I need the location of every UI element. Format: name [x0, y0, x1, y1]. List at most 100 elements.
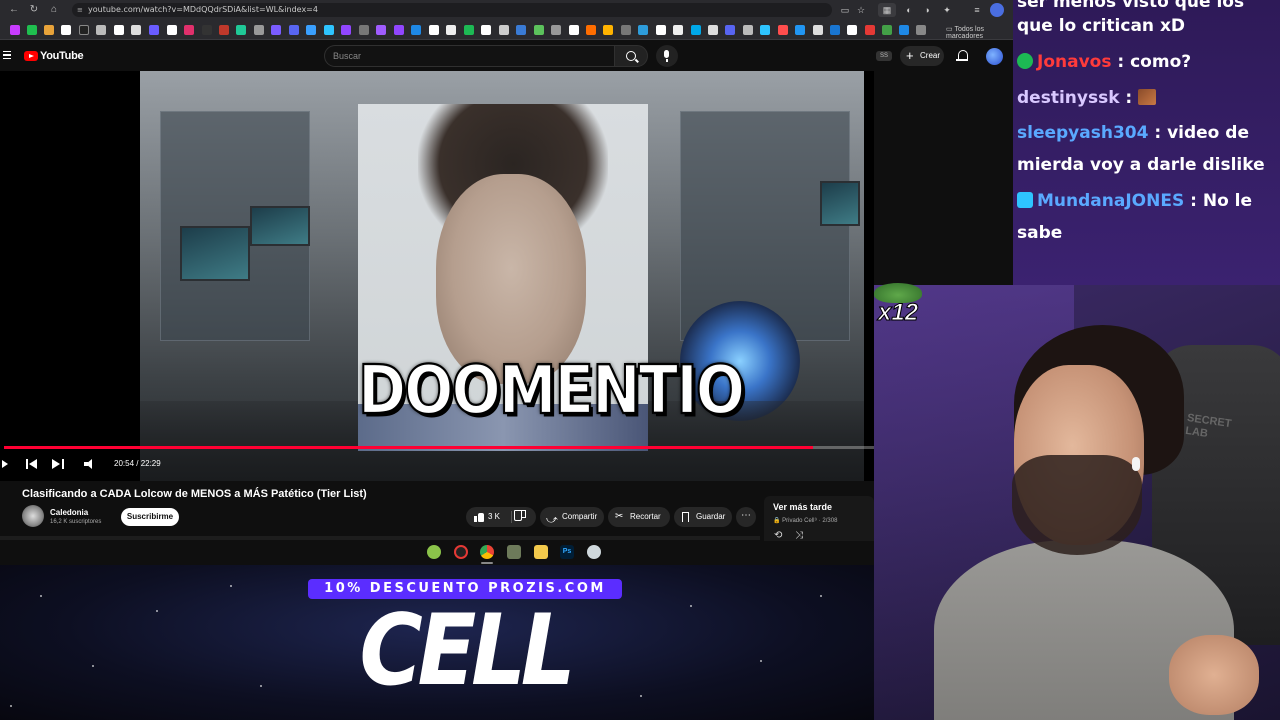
- ss-badge[interactable]: SS: [876, 51, 892, 61]
- bookmark-icon[interactable]: [446, 25, 456, 35]
- chat-username[interactable]: sleepyash304: [1017, 123, 1148, 143]
- bookmark-icon[interactable]: [551, 25, 561, 35]
- search-button[interactable]: [614, 45, 648, 67]
- previous-icon[interactable]: [26, 459, 38, 469]
- bookmark-icon[interactable]: [149, 25, 159, 35]
- notifications-bell-icon[interactable]: [956, 50, 968, 62]
- site-info-icon[interactable]: ≡: [77, 3, 83, 17]
- bookmark-icon[interactable]: [254, 25, 264, 35]
- next-icon[interactable]: [52, 459, 64, 469]
- bookmark-icon[interactable]: [795, 25, 805, 35]
- bookmark-icon[interactable]: [167, 25, 177, 35]
- loop-icon[interactable]: ⟲: [774, 530, 782, 541]
- bookmark-icon[interactable]: [830, 25, 840, 35]
- extension-icon-2[interactable]: ◐: [902, 3, 916, 17]
- bookmark-icon[interactable]: [621, 25, 631, 35]
- bookmark-icon[interactable]: [813, 25, 823, 35]
- bookmark-icon[interactable]: [219, 25, 229, 35]
- shuffle-icon[interactable]: ⤨: [795, 530, 803, 541]
- like-count[interactable]: 3 K: [488, 507, 500, 527]
- bookmark-icon[interactable]: [114, 25, 124, 35]
- bookmark-icon[interactable]: [429, 25, 439, 35]
- app-icon[interactable]: [427, 545, 441, 559]
- thumbs-down-icon[interactable]: [516, 512, 526, 522]
- bookmark-icon[interactable]: [899, 25, 909, 35]
- url-field[interactable]: ≡ youtube.com/watch?v=MDdQQdrSDiA&list=W…: [72, 3, 832, 17]
- bookmark-icon[interactable]: [656, 25, 666, 35]
- puzzle-icon[interactable]: ✦: [940, 3, 954, 17]
- progress-bar[interactable]: [4, 446, 874, 449]
- bookmark-icon[interactable]: [202, 25, 212, 35]
- channel-name[interactable]: Caledonia: [50, 508, 88, 517]
- app-icon[interactable]: [587, 545, 601, 559]
- bookmark-icon[interactable]: [359, 25, 369, 35]
- file-explorer-icon[interactable]: [534, 545, 548, 559]
- bookmark-icon[interactable]: [743, 25, 753, 35]
- volume-icon[interactable]: [84, 459, 98, 469]
- app-icon[interactable]: [454, 545, 468, 559]
- thumbs-up-icon[interactable]: [474, 512, 484, 522]
- back-icon[interactable]: ←: [6, 2, 22, 18]
- extension-icon[interactable]: ▦: [878, 3, 896, 17]
- youtube-logo-icon[interactable]: [24, 51, 38, 61]
- bookmark-icon[interactable]: [341, 25, 351, 35]
- save-button[interactable]: Guardar: [674, 507, 732, 527]
- chrome-icon[interactable]: [480, 545, 494, 559]
- bookmark-icon[interactable]: [27, 25, 37, 35]
- photoshop-icon[interactable]: Ps: [560, 545, 574, 559]
- chat-username[interactable]: Jonavos: [1037, 52, 1111, 72]
- search-input[interactable]: Buscar: [324, 45, 614, 67]
- bookmark-icon[interactable]: [760, 25, 770, 35]
- bookmark-icon[interactable]: [376, 25, 386, 35]
- bookmark-icon[interactable]: [882, 25, 892, 35]
- sidebar-icon[interactable]: ≡: [970, 3, 984, 17]
- bookmark-icon[interactable]: [673, 25, 683, 35]
- clip-button[interactable]: ✂ Recortar: [608, 507, 670, 527]
- bookmark-icon[interactable]: [306, 25, 316, 35]
- bookmark-icon[interactable]: [691, 25, 701, 35]
- bookmark-icon[interactable]: [569, 25, 579, 35]
- extension-icon-3[interactable]: ◑: [920, 3, 934, 17]
- bookmark-icon[interactable]: [96, 25, 106, 35]
- star-icon[interactable]: ☆: [854, 3, 868, 17]
- bookmark-icon[interactable]: [603, 25, 613, 35]
- bookmark-icon[interactable]: [847, 25, 857, 35]
- bookmark-icon[interactable]: [184, 25, 194, 35]
- bookmark-icon[interactable]: [586, 25, 596, 35]
- play-icon[interactable]: [2, 460, 8, 468]
- bookmark-icon[interactable]: [411, 25, 421, 35]
- horizontal-scrollbar[interactable]: [0, 536, 760, 540]
- hamburger-menu-icon[interactable]: [3, 51, 11, 59]
- bookmark-icon[interactable]: [324, 25, 334, 35]
- profile-icon[interactable]: [990, 3, 1004, 17]
- voice-search-icon[interactable]: [656, 45, 678, 67]
- open-in-app-icon[interactable]: ▭: [838, 3, 852, 17]
- youtube-logo-text[interactable]: YouTube: [40, 50, 84, 62]
- bookmark-icon[interactable]: [638, 25, 648, 35]
- channel-avatar[interactable]: [22, 505, 44, 527]
- account-avatar[interactable]: [986, 48, 1003, 65]
- bookmark-icon[interactable]: [499, 25, 509, 35]
- bookmark-icon[interactable]: [289, 25, 299, 35]
- bookmark-icon[interactable]: [708, 25, 718, 35]
- chat-username[interactable]: MundanaJONES: [1037, 191, 1184, 211]
- bookmark-icon[interactable]: [271, 25, 281, 35]
- bookmark-icon[interactable]: [725, 25, 735, 35]
- subscribe-button[interactable]: Suscribirme: [121, 508, 179, 526]
- create-button[interactable]: + Crear: [900, 46, 944, 66]
- bookmark-icon[interactable]: [865, 25, 875, 35]
- bookmark-icon[interactable]: [778, 25, 788, 35]
- bookmark-icon[interactable]: [394, 25, 404, 35]
- app-icon[interactable]: [507, 545, 521, 559]
- reload-icon[interactable]: ↻: [26, 2, 42, 18]
- more-actions-button[interactable]: ⋯: [736, 507, 756, 527]
- bookmark-icon[interactable]: [481, 25, 491, 35]
- bookmark-icon[interactable]: [44, 25, 54, 35]
- bookmark-icon[interactable]: [10, 25, 20, 35]
- home-icon[interactable]: ⌂: [46, 2, 62, 18]
- all-bookmarks-link[interactable]: ▭ Todos los marcadores: [946, 25, 1013, 40]
- bookmark-icon[interactable]: [534, 25, 544, 35]
- share-button[interactable]: ⤻ Compartir: [540, 507, 604, 527]
- bookmark-icon[interactable]: [131, 25, 141, 35]
- bookmark-icon[interactable]: [79, 25, 89, 35]
